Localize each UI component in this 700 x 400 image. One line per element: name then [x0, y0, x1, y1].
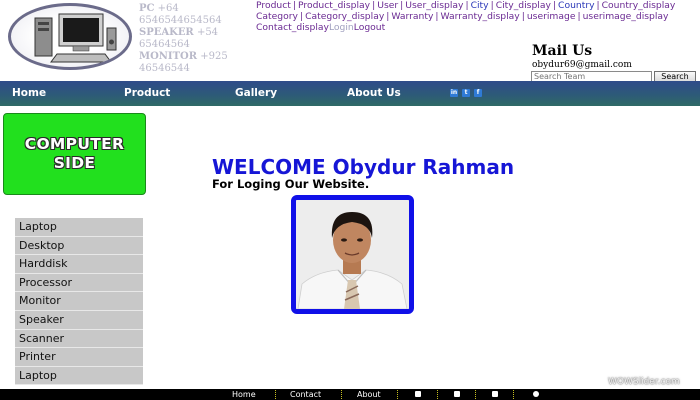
admin-link[interactable]: Category — [256, 11, 298, 22]
category-item[interactable]: Laptop — [15, 218, 143, 237]
footer-divider — [513, 390, 514, 399]
footer-divider — [275, 390, 276, 399]
admin-link[interactable]: City — [471, 0, 489, 11]
admin-link[interactable]: Logout — [354, 22, 385, 33]
footer-about[interactable]: About — [357, 390, 381, 399]
category-item[interactable]: Monitor — [15, 292, 143, 311]
admin-links: Product | Product_display | User | User_displa… — [256, 0, 700, 34]
link-separator: | — [435, 11, 439, 23]
facebook-icon[interactable] — [415, 391, 421, 397]
admin-link[interactable]: userimage — [527, 11, 576, 22]
user-portrait — [296, 200, 409, 309]
welcome-subtitle: For Loging Our Website. — [212, 177, 370, 191]
category-item[interactable]: Processor — [15, 273, 143, 293]
slider-credit[interactable]: WOWSlider.com — [608, 377, 680, 387]
user-photo — [291, 195, 414, 314]
brand-line-2: SIDE — [53, 154, 96, 172]
mail-title: Mail Us — [532, 43, 593, 59]
footer-divider — [397, 390, 398, 399]
nav-gallery[interactable]: Gallery — [235, 87, 277, 99]
monitor-label: MONITOR — [139, 51, 198, 62]
link-separator: | — [577, 11, 581, 23]
nav-product[interactable]: Product — [124, 87, 170, 99]
footer-divider — [475, 390, 476, 399]
admin-link[interactable]: User — [377, 0, 398, 11]
mail-address: obydur69@gmail.com — [532, 60, 632, 70]
admin-link[interactable]: Warranty — [391, 11, 433, 22]
admin-link[interactable]: User_display — [405, 0, 463, 11]
admin-link[interactable]: Warranty_display — [441, 11, 520, 22]
brand-banner: COMPUTER SIDE — [3, 113, 146, 195]
link-separator: | — [521, 11, 525, 23]
youtube-icon[interactable] — [492, 391, 498, 397]
admin-link[interactable]: Product — [256, 0, 291, 11]
footer-home[interactable]: Home — [232, 390, 256, 399]
twitter-icon[interactable] — [454, 391, 460, 397]
category-item[interactable]: Speaker — [15, 310, 143, 330]
footer-divider — [341, 390, 342, 399]
category-item[interactable]: Laptop — [15, 366, 143, 386]
link-separator: | — [299, 11, 304, 23]
speaker-label: SPEAKER — [139, 27, 194, 38]
category-item[interactable]: Printer — [15, 348, 143, 367]
nav-home[interactable]: Home — [12, 87, 46, 99]
welcome-title: WELCOME Obydur Rahman — [212, 155, 515, 179]
brand-text: COMPUTER SIDE — [25, 135, 124, 173]
facebook-icon[interactable]: f — [474, 89, 482, 97]
link-separator: | — [465, 0, 469, 11]
nav-about-us[interactable]: About Us — [347, 87, 401, 99]
admin-link[interactable]: Category_display — [305, 11, 384, 22]
admin-link[interactable]: Product_display — [298, 0, 370, 11]
admin-link[interactable]: City_display — [496, 0, 551, 11]
category-item[interactable]: Harddisk — [15, 255, 143, 274]
admin-link[interactable]: Country_display — [602, 0, 676, 11]
category-list: Laptop Desktop Harddisk Processor Monitor Spe… — [15, 218, 143, 386]
wechat-icon[interactable] — [533, 391, 539, 397]
footer-contact[interactable]: Contact — [290, 390, 321, 399]
admin-link[interactable]: userimage_display — [583, 11, 669, 22]
link-separator: | — [596, 0, 600, 11]
brand-line-1: COMPUTER — [24, 135, 125, 153]
link-separator: | — [292, 0, 296, 11]
site-logo[interactable] — [8, 3, 132, 70]
category-item[interactable]: Desktop — [15, 236, 143, 256]
link-separator: | — [552, 0, 557, 11]
main-nav: Home Product Gallery About Us in t f — [0, 81, 700, 106]
admin-link[interactable]: Login — [329, 22, 354, 33]
computer-icon — [34, 13, 117, 63]
contact-numbers: PC +64 6546544654564 SPEAKER +54 6546456… — [139, 3, 239, 75]
linkedin-icon[interactable]: in — [450, 89, 458, 97]
admin-link[interactable]: Country — [558, 0, 595, 11]
pc-label: PC — [139, 3, 155, 14]
link-separator: | — [490, 0, 494, 11]
twitter-icon[interactable]: t — [462, 89, 470, 97]
footer-bar: Home Contact About — [0, 389, 700, 400]
admin-link[interactable]: Contact_display — [256, 22, 329, 33]
category-item[interactable]: Scanner — [15, 329, 143, 349]
footer-divider — [437, 390, 438, 399]
